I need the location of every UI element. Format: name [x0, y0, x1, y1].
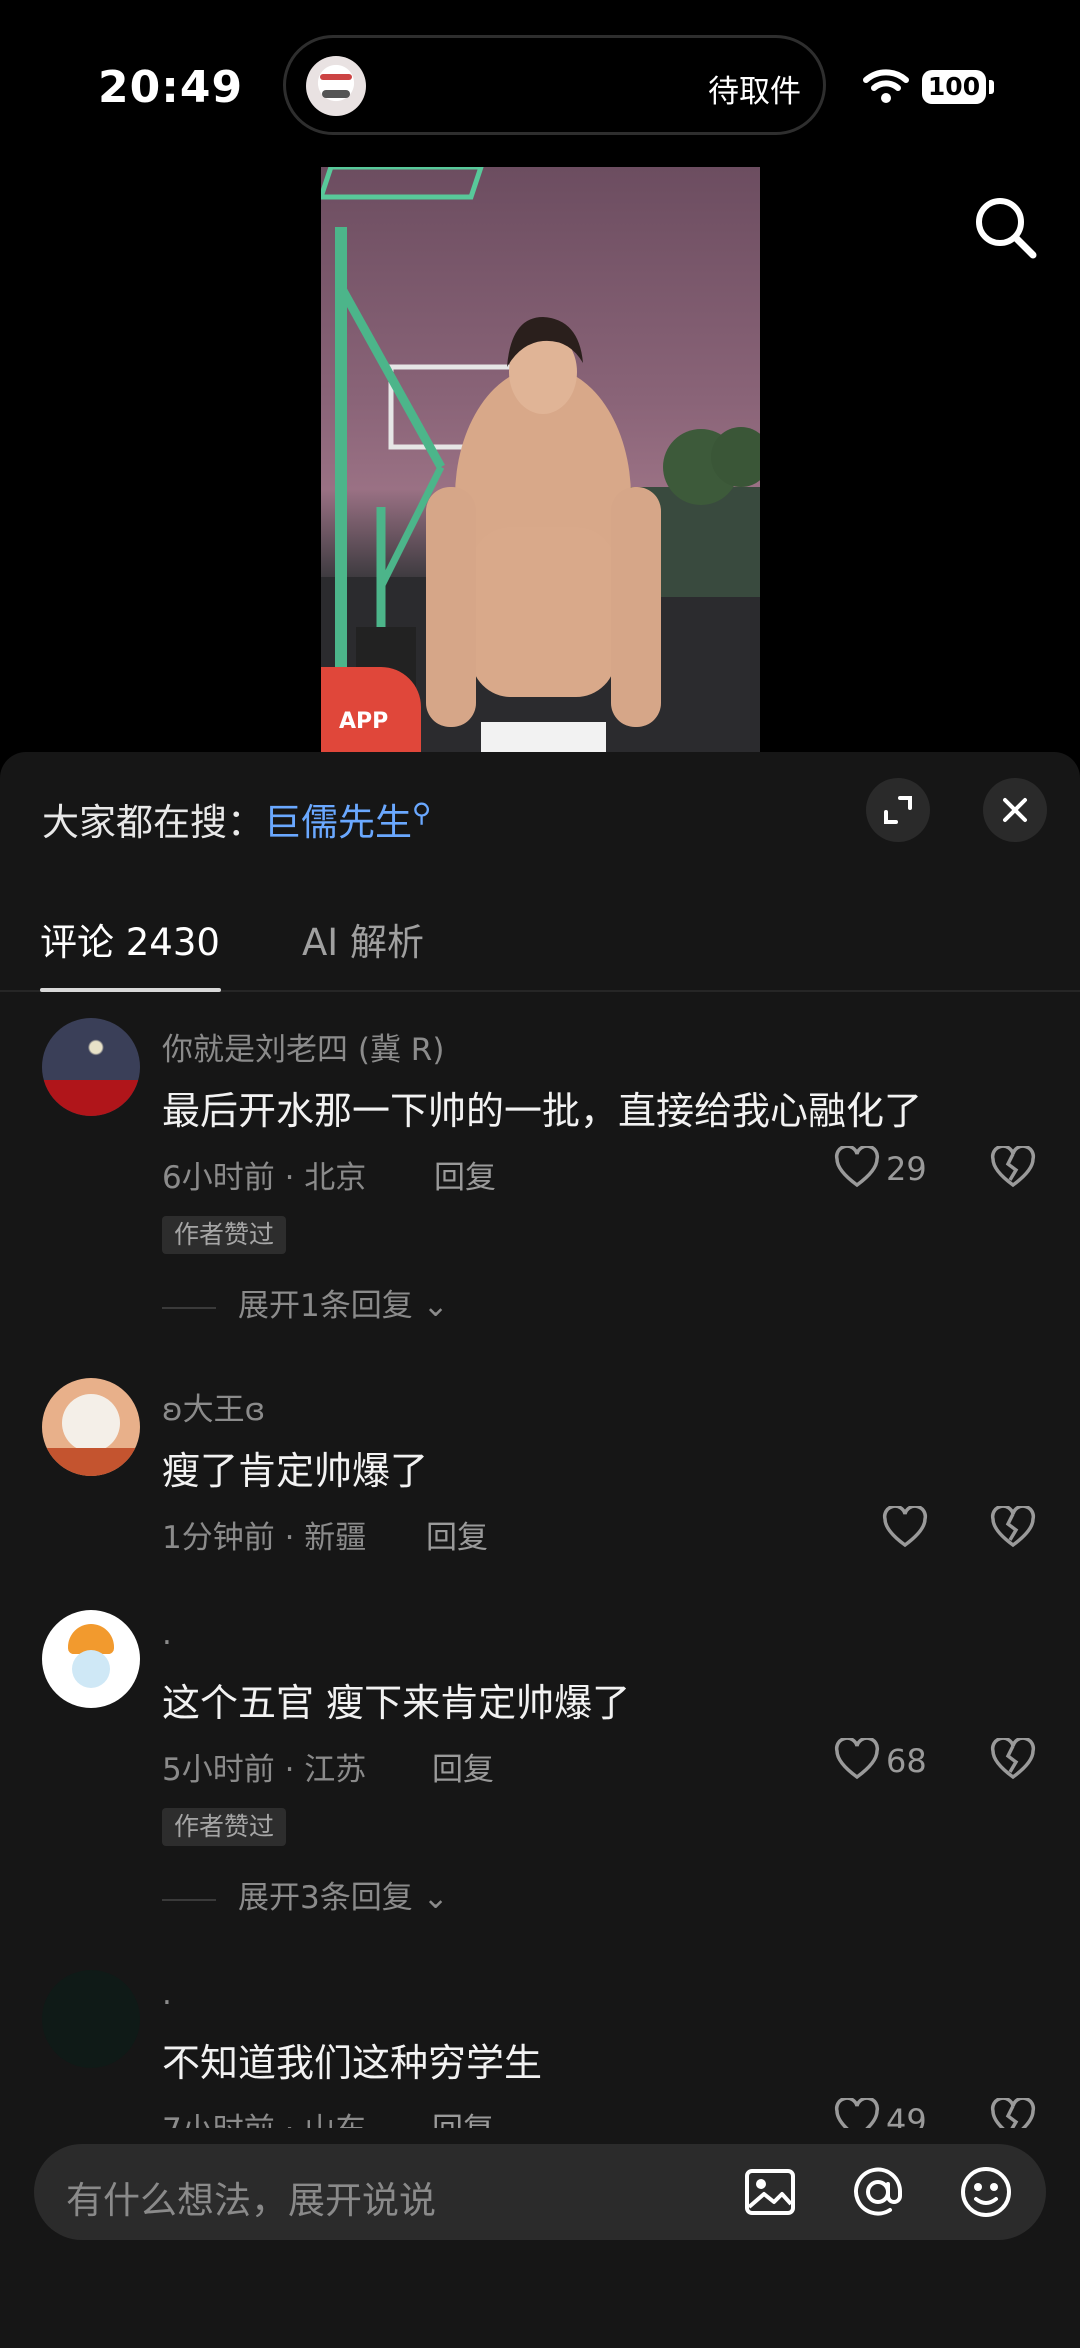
heart-icon: [834, 1738, 880, 1780]
search-small-icon: ⚲: [412, 798, 432, 829]
expand-replies-button[interactable]: 展开1条回复 ⌄: [162, 1280, 449, 1325]
tab-comments[interactable]: 评论 2430: [40, 912, 220, 966]
image-icon[interactable]: [742, 2164, 798, 2220]
tab-bar: 评论 2430 AI 解析: [0, 902, 1080, 992]
hot-search-term[interactable]: 巨儒先生: [264, 801, 412, 844]
reply-button[interactable]: 回复: [432, 1744, 494, 1789]
chevron-down-icon: ⌄: [422, 1288, 449, 1324]
like-count: 68: [886, 1742, 927, 1780]
wifi-icon: [863, 69, 909, 103]
heart-icon: [882, 1506, 928, 1548]
comment-text: 最后开水那一下帅的一批，直接给我心融化了: [162, 1089, 923, 1133]
video-frame: [321, 167, 760, 753]
broken-heart-icon[interactable]: [990, 2098, 1036, 2128]
comment-text: 这个五官 瘦下来肯定帅爆了: [162, 1681, 631, 1725]
tab-ai-analysis[interactable]: AI 解析: [302, 912, 424, 966]
author-liked-badge: 作者赞过: [162, 1808, 287, 1846]
avatar[interactable]: [42, 1970, 140, 2068]
reply-button[interactable]: 回复: [426, 1512, 488, 1557]
comment-username[interactable]: 你就是刘老四 (冀 R): [162, 1024, 444, 1069]
author-liked-badge: 作者赞过: [162, 1216, 287, 1254]
heart-icon: [834, 1146, 880, 1188]
comment-meta: 1分钟前 · 新疆: [162, 1520, 367, 1556]
comment-input-bar: 有什么想法，展开说说: [0, 2128, 1080, 2348]
status-bar: 20:49 待取件 100: [0, 0, 1080, 160]
comment-meta: 5小时前 · 江苏: [162, 1752, 367, 1788]
clock: 20:49: [98, 62, 244, 113]
like-count: 29: [886, 1150, 927, 1188]
battery-tip: [989, 80, 994, 94]
reply-button[interactable]: 回复: [434, 1152, 496, 1197]
dynamic-island[interactable]: 待取件: [283, 35, 826, 135]
avatar[interactable]: [42, 1610, 140, 1708]
island-status-text: 待取件: [708, 74, 801, 110]
comment-meta: 6小时前 · 北京: [162, 1160, 367, 1196]
broken-heart-icon[interactable]: [990, 1146, 1036, 1188]
reply-button[interactable]: 回复: [432, 2104, 494, 2128]
avatar[interactable]: [42, 1018, 140, 1116]
expand-icon: [884, 796, 912, 824]
expand-replies-label: 展开3条回复: [238, 1880, 413, 1916]
fullscreen-button[interactable]: [866, 778, 930, 842]
comment-text: 瘦了肯定帅爆了: [162, 1449, 429, 1493]
chevron-down-icon: ⌄: [422, 1880, 449, 1916]
divider-dash: [162, 1898, 216, 1901]
comment-username[interactable]: .: [162, 1976, 172, 2012]
close-icon: [1003, 798, 1027, 822]
comment-username[interactable]: .: [162, 1616, 172, 1652]
comment-sheet: 大家都在搜：巨儒先生⚲ 评论 2430 AI 解析 你就是刘老四 (冀 R) 最…: [0, 752, 1080, 2348]
emoji-icon[interactable]: [958, 2164, 1014, 2220]
active-tab-indicator: [40, 988, 221, 992]
hot-search-prefix: 大家都在搜：: [42, 801, 264, 844]
divider-dash: [162, 1306, 216, 1309]
mention-icon[interactable]: [850, 2164, 906, 2220]
broken-heart-icon[interactable]: [990, 1738, 1036, 1780]
avatar[interactable]: [42, 1378, 140, 1476]
app-badge: APP: [321, 667, 421, 753]
delivery-app-icon: [306, 56, 366, 116]
video-player[interactable]: APP: [321, 167, 760, 753]
expand-replies-label: 展开1条回复: [238, 1288, 413, 1324]
comment-input-placeholder: 有什么想法，展开说说: [66, 2179, 436, 2222]
comment-text: 不知道我们这种穷学生: [162, 2041, 543, 2085]
like-count: 49: [886, 2102, 927, 2128]
broken-heart-icon[interactable]: [990, 1506, 1036, 1548]
app-badge-label: APP: [339, 709, 389, 734]
heart-icon: [834, 2098, 880, 2128]
hot-search[interactable]: 大家都在搜：巨儒先生⚲: [42, 792, 431, 846]
comment-input[interactable]: 有什么想法，展开说说: [34, 2144, 1046, 2240]
search-icon[interactable]: [972, 194, 1038, 260]
battery-icon: 100: [922, 70, 986, 104]
close-button[interactable]: [983, 778, 1047, 842]
comment-meta: 7小时前 · 山东: [162, 2104, 366, 2128]
comment-username[interactable]: ʚ大王ɞ: [162, 1384, 265, 1429]
comment-item: . 不知道我们这种穷学生 7小时前 · 山东 回复 49: [0, 1970, 1080, 2128]
expand-replies-button[interactable]: 展开3条回复 ⌄: [162, 1872, 449, 1917]
